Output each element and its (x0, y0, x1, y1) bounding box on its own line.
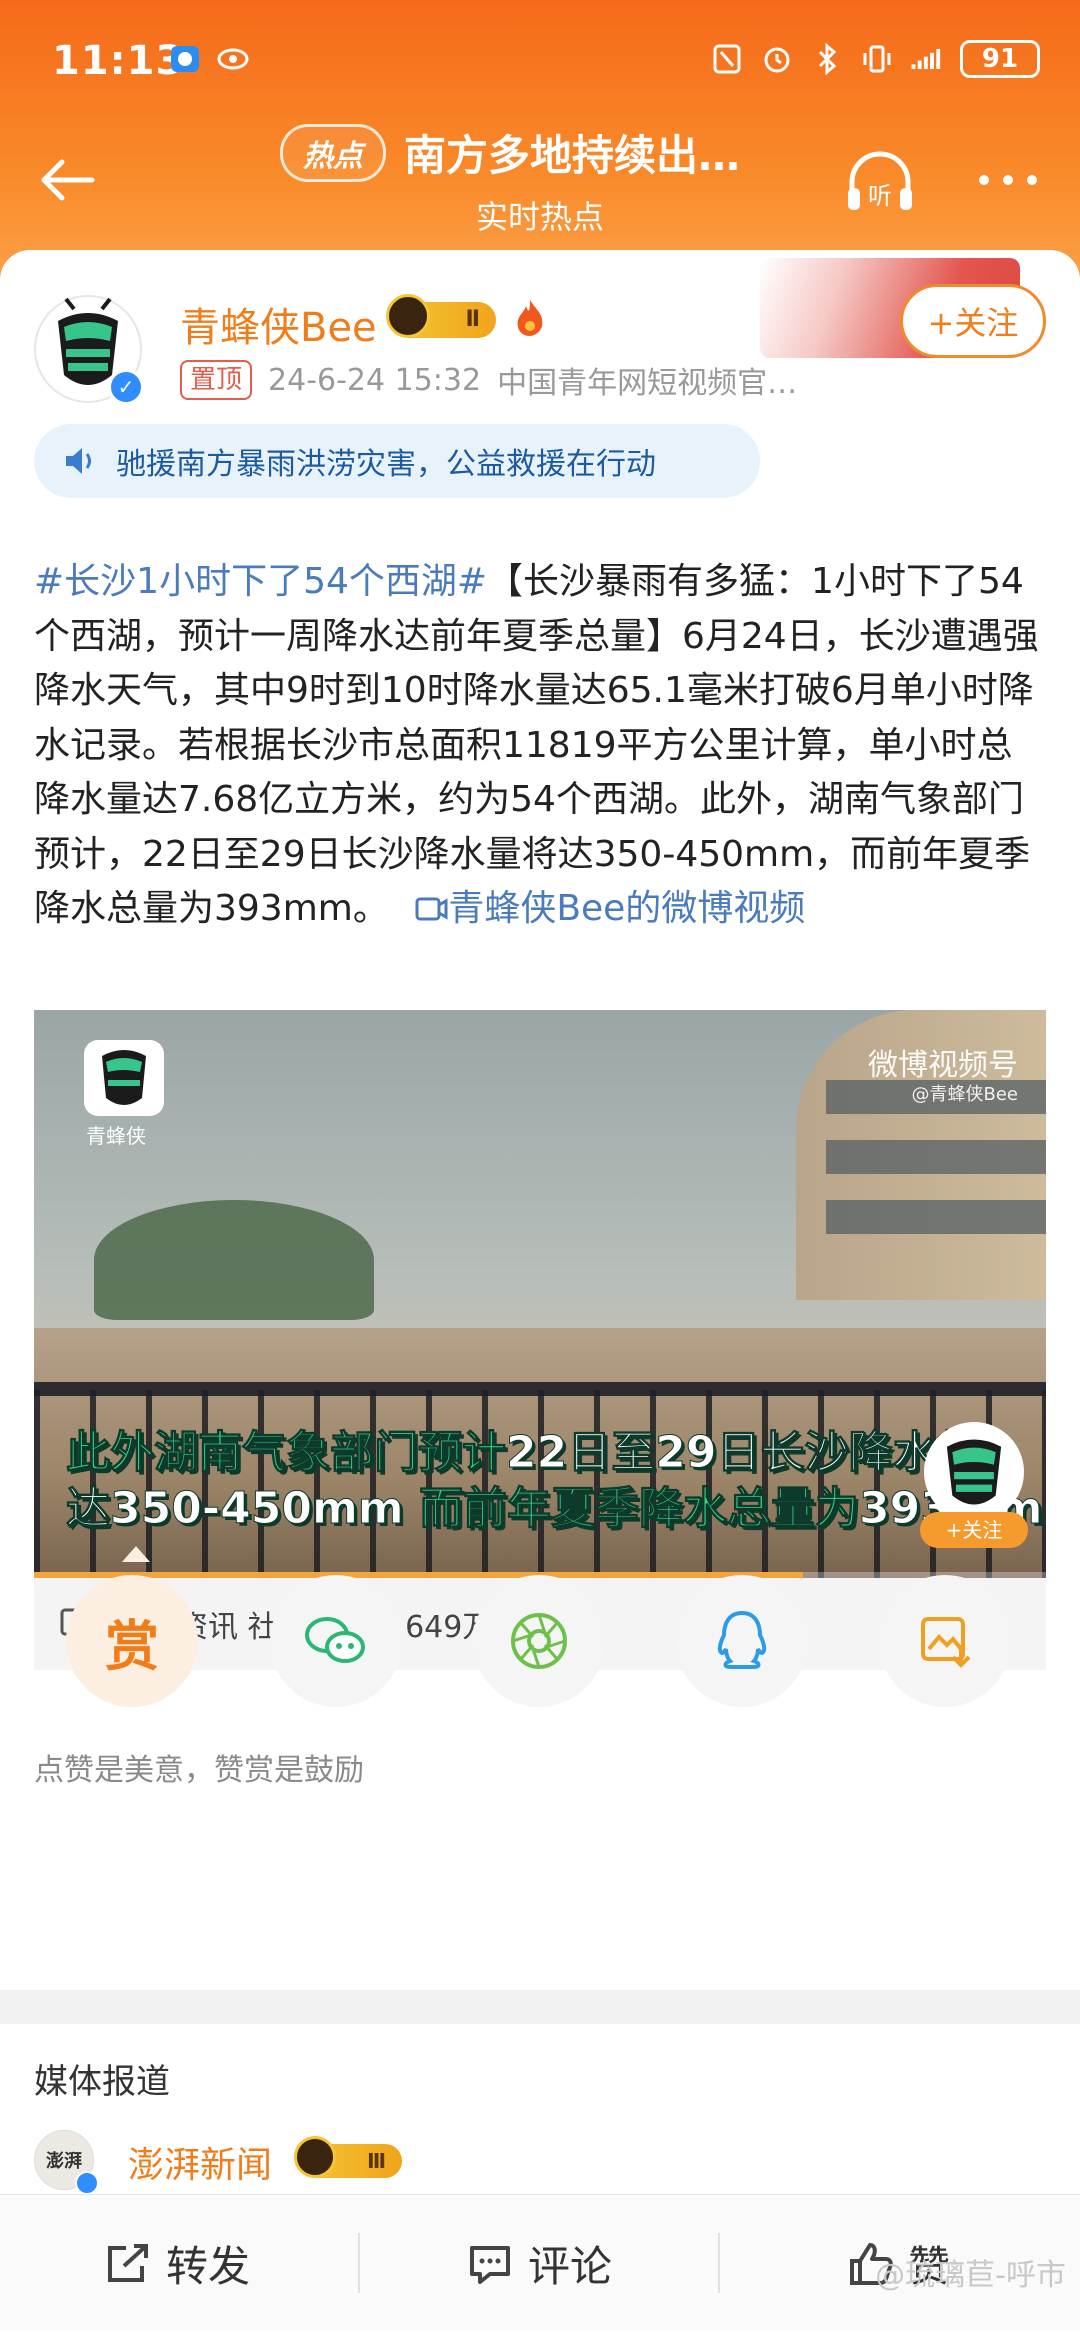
video-author-avatar[interactable] (924, 1422, 1024, 1522)
media-vip-badge[interactable]: Ⅲ (294, 2136, 402, 2178)
media-vip-level: Ⅲ (367, 2149, 386, 2173)
video-scene-trees (94, 1200, 374, 1320)
status-icons-right: 91 (710, 40, 1040, 78)
status-time: 11:13 (52, 38, 185, 84)
post-body-text: 【长沙暴雨有多猛：1小时下了54个西湖，预计一周降水达前年夏季总量】6月24日，… (34, 561, 1039, 929)
video-subtitle-line-2: 达350-450mm 而前年夏季降水总量为393mm (66, 1483, 1044, 1535)
media-reports-title: 媒体报道 (34, 2062, 170, 2102)
save-image-button[interactable] (879, 1575, 1011, 1707)
forward-icon (108, 2243, 148, 2282)
post-body: #长沙1小时下了54个西湖#【长沙暴雨有多猛：1小时下了54个西湖，预计一周降水… (34, 555, 1044, 937)
share-wechat-button[interactable] (270, 1575, 402, 1707)
bee-mascot-icon (102, 1050, 146, 1105)
save-image-icon (921, 1617, 971, 1668)
video-link-icon (415, 897, 448, 921)
topic-hashtag-link[interactable]: #长沙1小时下了54个西湖# (34, 561, 487, 602)
signal-icon (911, 48, 941, 70)
status-icons-left (168, 42, 250, 76)
bee-mascot-icon (946, 1439, 1002, 1505)
page-title: 南方多地持续出… (404, 131, 741, 180)
eye-icon (217, 48, 249, 70)
share-row: 赏 (0, 1575, 1080, 1715)
forward-button[interactable]: 转发 (104, 2195, 250, 2332)
header-title-group: 热点 南方多地持续出… (280, 122, 740, 183)
comment-icon (470, 2245, 510, 2284)
vip-badge[interactable]: Ⅱ (386, 294, 496, 338)
listen-label: 听 (868, 182, 892, 210)
wechat-icon (305, 1617, 365, 1663)
author-avatar[interactable]: ✓ (34, 295, 144, 405)
screenshot-watermark: @琉璃苣-呼市 (875, 2258, 1066, 2293)
qq-icon (717, 1610, 767, 1669)
vibrate-icon (863, 45, 891, 73)
crown-icon (386, 294, 430, 338)
post-card: ✓ 青蜂侠Bee Ⅱ +关注 置顶 24-6-24 15:32 中国青年网短视频… (0, 250, 1080, 1990)
media-reports-section: 媒体报道 澎湃 澎湃新闻 Ⅲ (0, 2024, 1080, 2195)
verified-icon: ✓ (108, 369, 144, 405)
reward-label: 赏 (105, 1614, 159, 1678)
video-link-label: 青蜂侠Bee的微博视频 (448, 888, 806, 929)
video-watermark: 微博视频号 (868, 1048, 1018, 1083)
channel-logo-caption: 青蜂侠 (86, 1124, 146, 1148)
forward-label: 转发 (166, 2242, 251, 2291)
page-subtitle: 实时热点 (475, 198, 604, 236)
video-link[interactable]: 青蜂侠Bee的微博视频 (400, 888, 805, 929)
weather-icon (171, 46, 199, 72)
vip-level: Ⅱ (465, 307, 481, 332)
media-avatar-text: 澎湃 (46, 2151, 82, 2172)
charity-notice-banner[interactable]: 驰援南方暴雨洪涝灾害，公益救援在行动 (34, 424, 760, 498)
post-source: 中国青年网短视频官… (497, 366, 798, 401)
notice-text: 驰援南方暴雨洪涝灾害，公益救援在行动 (116, 447, 656, 482)
nfc-icon (713, 44, 741, 74)
share-moments-button[interactable] (473, 1575, 605, 1707)
reward-tip-arrow (122, 1546, 150, 1562)
author-name[interactable]: 青蜂侠Bee (180, 295, 377, 353)
pinned-tag: 置顶 (180, 360, 253, 400)
battery-icon: 91 (960, 40, 1040, 78)
media-avatar[interactable]: 澎湃 (34, 2130, 99, 2195)
reward-hint: 点赞是美意，赞赏是鼓励 (34, 1753, 364, 1788)
bottom-separator (718, 2233, 720, 2293)
crown-icon (294, 2136, 336, 2178)
video-follow-button[interactable]: +关注 (920, 1512, 1028, 1548)
bluetooth-icon (818, 42, 837, 76)
battery-level: 91 (981, 44, 1019, 74)
more-options-icon[interactable] (976, 168, 1040, 192)
media-name[interactable]: 澎湃新闻 (128, 2136, 272, 2188)
fire-icon (517, 300, 543, 336)
channel-logo (84, 1040, 164, 1116)
status-bar: 11:13 91 (0, 30, 1080, 90)
section-divider (0, 1990, 1080, 2024)
share-qq-button[interactable] (676, 1575, 808, 1707)
reward-button[interactable]: 赏 (66, 1575, 198, 1707)
bottom-separator (358, 2233, 360, 2293)
comment-button[interactable]: 评论 (466, 2195, 612, 2332)
post-meta: 置顶 24-6-24 15:32 中国青年网短视频官… (180, 358, 797, 402)
follow-button[interactable]: +关注 (900, 284, 1046, 358)
alarm-icon (764, 47, 790, 73)
comment-label: 评论 (528, 2242, 613, 2291)
listen-headphones-icon[interactable]: 听 (842, 148, 918, 216)
speaker-icon (66, 448, 91, 474)
post-timestamp: 24-6-24 15:32 (268, 362, 482, 398)
hot-badge: 热点 (280, 123, 386, 182)
verified-icon (75, 2171, 99, 2195)
video-subtitle-line-1: 此外湖南气象部门预计22日至29日长沙降水将 (66, 1427, 981, 1479)
video-player[interactable]: 青蜂侠 微博视频号 @青蜂侠Bee 此外湖南气象部门预计22日至29日长沙降水将… (34, 1010, 1046, 1578)
top-header: 11:13 91 热点 南方多地持续出… 实时热点 听 (0, 0, 1080, 290)
moments-icon (511, 1613, 567, 1669)
video-watermark-sub: @青蜂侠Bee (911, 1084, 1019, 1105)
